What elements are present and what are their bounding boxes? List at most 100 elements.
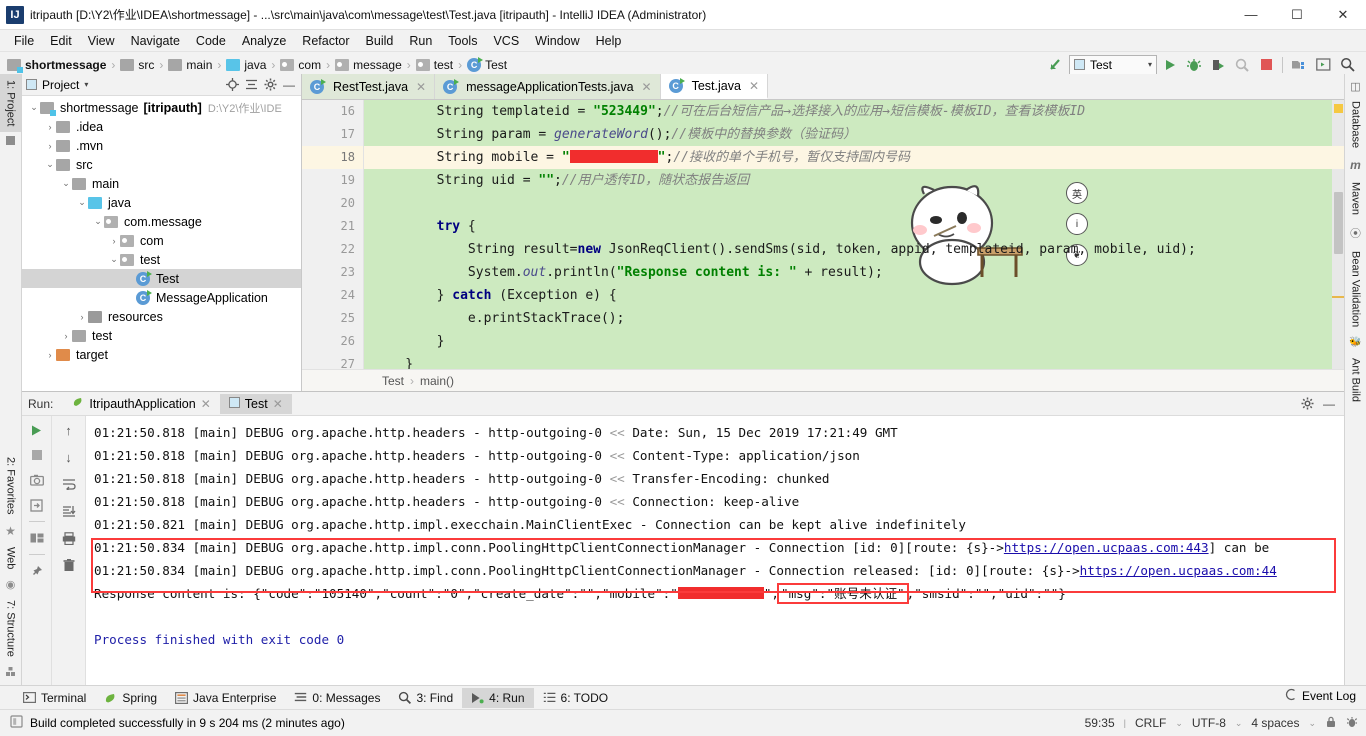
breadcrumb-item-test[interactable]: C Test <box>464 56 510 72</box>
tree-node-test[interactable]: C Test <box>22 269 301 288</box>
menu-navigate[interactable]: Navigate <box>123 32 188 50</box>
code-content[interactable]: 英 i ❦ String templateid = "523449";//可在后… <box>364 100 1344 369</box>
run-coverage-icon[interactable] <box>1207 54 1229 76</box>
tool-window-java-enterprise[interactable]: Java Enterprise <box>166 688 285 708</box>
project-structure-icon[interactable] <box>1288 54 1310 76</box>
menu-analyze[interactable]: Analyze <box>234 32 294 50</box>
chevron-right-icon[interactable]: › <box>76 312 88 322</box>
up-arrow-icon[interactable]: ↑ <box>60 421 78 439</box>
tree-node--idea[interactable]: › .idea <box>22 117 301 136</box>
menu-code[interactable]: Code <box>188 32 234 50</box>
bug-icon[interactable] <box>1346 716 1358 731</box>
run-tab-test[interactable]: Test ✕ <box>219 393 292 414</box>
console-link[interactable]: https://open.ucpaas.com:44 <box>1080 563 1277 578</box>
chevron-right-icon[interactable]: › <box>44 141 56 151</box>
file-encoding[interactable]: UTF-8 <box>1192 716 1226 730</box>
trash-icon[interactable] <box>60 556 78 574</box>
export-icon[interactable] <box>28 496 46 514</box>
line-separator[interactable]: CRLF <box>1135 716 1166 730</box>
chevron-right-icon[interactable]: › <box>44 122 56 132</box>
close-button[interactable]: ✕ <box>1320 0 1366 30</box>
stripe-tab-maven[interactable]: Maven <box>1347 176 1365 221</box>
caret-position[interactable]: 59:35 <box>1085 716 1115 730</box>
code-line[interactable]: String mobile = " ";//接收的单个手机号，暂仅支持国内号码 <box>364 146 1344 169</box>
event-log-button[interactable]: Event Log <box>1284 684 1356 708</box>
breadcrumb-item-test[interactable]: test <box>413 58 456 72</box>
tree-node-test[interactable]: ⌄ test <box>22 250 301 269</box>
stripe-tab-bean-validation[interactable]: Bean Validation <box>1347 245 1365 333</box>
breadcrumb-item-src[interactable]: src <box>117 58 157 72</box>
chevron-down-icon[interactable]: ⌄ <box>108 254 120 265</box>
tree-node-com-message[interactable]: ⌄ com.message <box>22 212 301 231</box>
tool-window-6--todo[interactable]: 6: TODO <box>534 688 618 708</box>
tree-node-messageapplication[interactable]: C MessageApplication <box>22 288 301 307</box>
breadcrumb-item-main[interactable]: main <box>165 58 215 72</box>
run-tab-itripauth-application[interactable]: ItripauthApplication ✕ <box>63 393 219 414</box>
run-icon[interactable] <box>1159 54 1181 76</box>
breadcrumb-item-com[interactable]: com <box>277 58 324 72</box>
console-link[interactable]: https://open.ucpaas.com:443 <box>1004 540 1209 555</box>
chevron-down-icon[interactable]: ⌄ <box>1308 718 1316 729</box>
indent-setting[interactable]: 4 spaces <box>1251 716 1299 730</box>
tree-node-main[interactable]: ⌄ main <box>22 174 301 193</box>
back-arrow-icon[interactable] <box>1045 54 1067 76</box>
chevron-down-icon[interactable]: ⌄ <box>1175 718 1183 729</box>
code-line[interactable]: String uid = "";//用户透传ID，随状态报告返回 <box>364 169 1344 192</box>
code-line[interactable]: System.out.println("Response content is:… <box>364 261 1344 284</box>
chevron-down-icon[interactable]: ⌄ <box>92 216 104 227</box>
stripe-tab-structure[interactable]: 7: Structure <box>0 594 21 663</box>
menu-file[interactable]: File <box>6 32 42 50</box>
chevron-down-icon[interactable]: ⌄ <box>28 102 40 113</box>
stripe-tab-ant-build[interactable]: Ant Build <box>1347 352 1365 408</box>
tool-window-4--run[interactable]: 4: Run <box>462 687 534 708</box>
chevron-down-icon[interactable]: ⌄ <box>1235 718 1243 729</box>
rerun-icon[interactable] <box>28 421 46 439</box>
code-line[interactable]: } catch (Exception e) { <box>364 284 1344 307</box>
stop-icon[interactable] <box>1255 54 1277 76</box>
pin-icon[interactable] <box>28 562 46 580</box>
menu-build[interactable]: Build <box>358 32 402 50</box>
editor-tab-messageapplicationtests-java[interactable]: CmessageApplicationTests.java ✕ <box>435 74 661 99</box>
menu-edit[interactable]: Edit <box>42 32 80 50</box>
close-icon[interactable]: ✕ <box>416 80 426 94</box>
close-icon[interactable]: ✕ <box>642 80 652 94</box>
tree-node-java[interactable]: ⌄ java <box>22 193 301 212</box>
menu-run[interactable]: Run <box>401 32 440 50</box>
terminal-icon[interactable] <box>1312 54 1334 76</box>
breadcrumb-class[interactable]: Test <box>382 374 404 388</box>
tool-window-0--messages[interactable]: 0: Messages <box>285 688 389 708</box>
chevron-down-icon[interactable]: ⌄ <box>76 197 88 208</box>
settings-icon[interactable] <box>1299 396 1315 412</box>
tool-window-spring[interactable]: Spring <box>95 688 166 708</box>
menu-view[interactable]: View <box>80 32 123 50</box>
editor-tab-test-java[interactable]: C Test.java ✕ <box>660 74 769 99</box>
stripe-tab-web[interactable]: Web <box>0 541 21 575</box>
minimize-button[interactable]: — <box>1228 0 1274 30</box>
screenshot-icon[interactable] <box>28 471 46 489</box>
code-line[interactable]: } <box>364 353 1344 369</box>
layout-icon[interactable] <box>28 529 46 547</box>
menu-tools[interactable]: Tools <box>440 32 485 50</box>
chevron-right-icon[interactable]: › <box>108 236 120 246</box>
soft-wrap-icon[interactable] <box>60 475 78 493</box>
stripe-tab-database[interactable]: Database <box>1347 95 1365 154</box>
menu-refactor[interactable]: Refactor <box>294 32 357 50</box>
menu-window[interactable]: Window <box>527 32 587 50</box>
tool-window-terminal[interactable]: Terminal <box>14 688 95 708</box>
print-icon[interactable] <box>60 529 78 547</box>
project-tree[interactable]: ⌄ shortmessage [itripauth] D:\Y2\作业\IDE › .id… <box>22 96 301 391</box>
tree-node-com[interactable]: › com <box>22 231 301 250</box>
chevron-right-icon[interactable]: › <box>44 350 56 360</box>
code-line[interactable]: String param = generateWord();//模板中的替换参数… <box>364 123 1344 146</box>
tree-node-resources[interactable]: › resources <box>22 307 301 326</box>
code-line[interactable]: try { <box>364 215 1344 238</box>
hide-icon[interactable]: — <box>1321 396 1337 412</box>
menu-help[interactable]: Help <box>588 32 630 50</box>
tree-node-test[interactable]: › test <box>22 326 301 345</box>
code-line[interactable]: String templateid = "523449";//可在后台短信产品→… <box>364 100 1344 123</box>
console-output[interactable]: 01:21:50.818 [main] DEBUG org.apache.htt… <box>86 416 1344 685</box>
tree-node-target[interactable]: › target <box>22 345 301 364</box>
code-line[interactable] <box>364 192 1344 215</box>
tree-node-shortmessage[interactable]: ⌄ shortmessage [itripauth] D:\Y2\作业\IDE <box>22 98 301 117</box>
maximize-button[interactable]: ☐ <box>1274 0 1320 30</box>
